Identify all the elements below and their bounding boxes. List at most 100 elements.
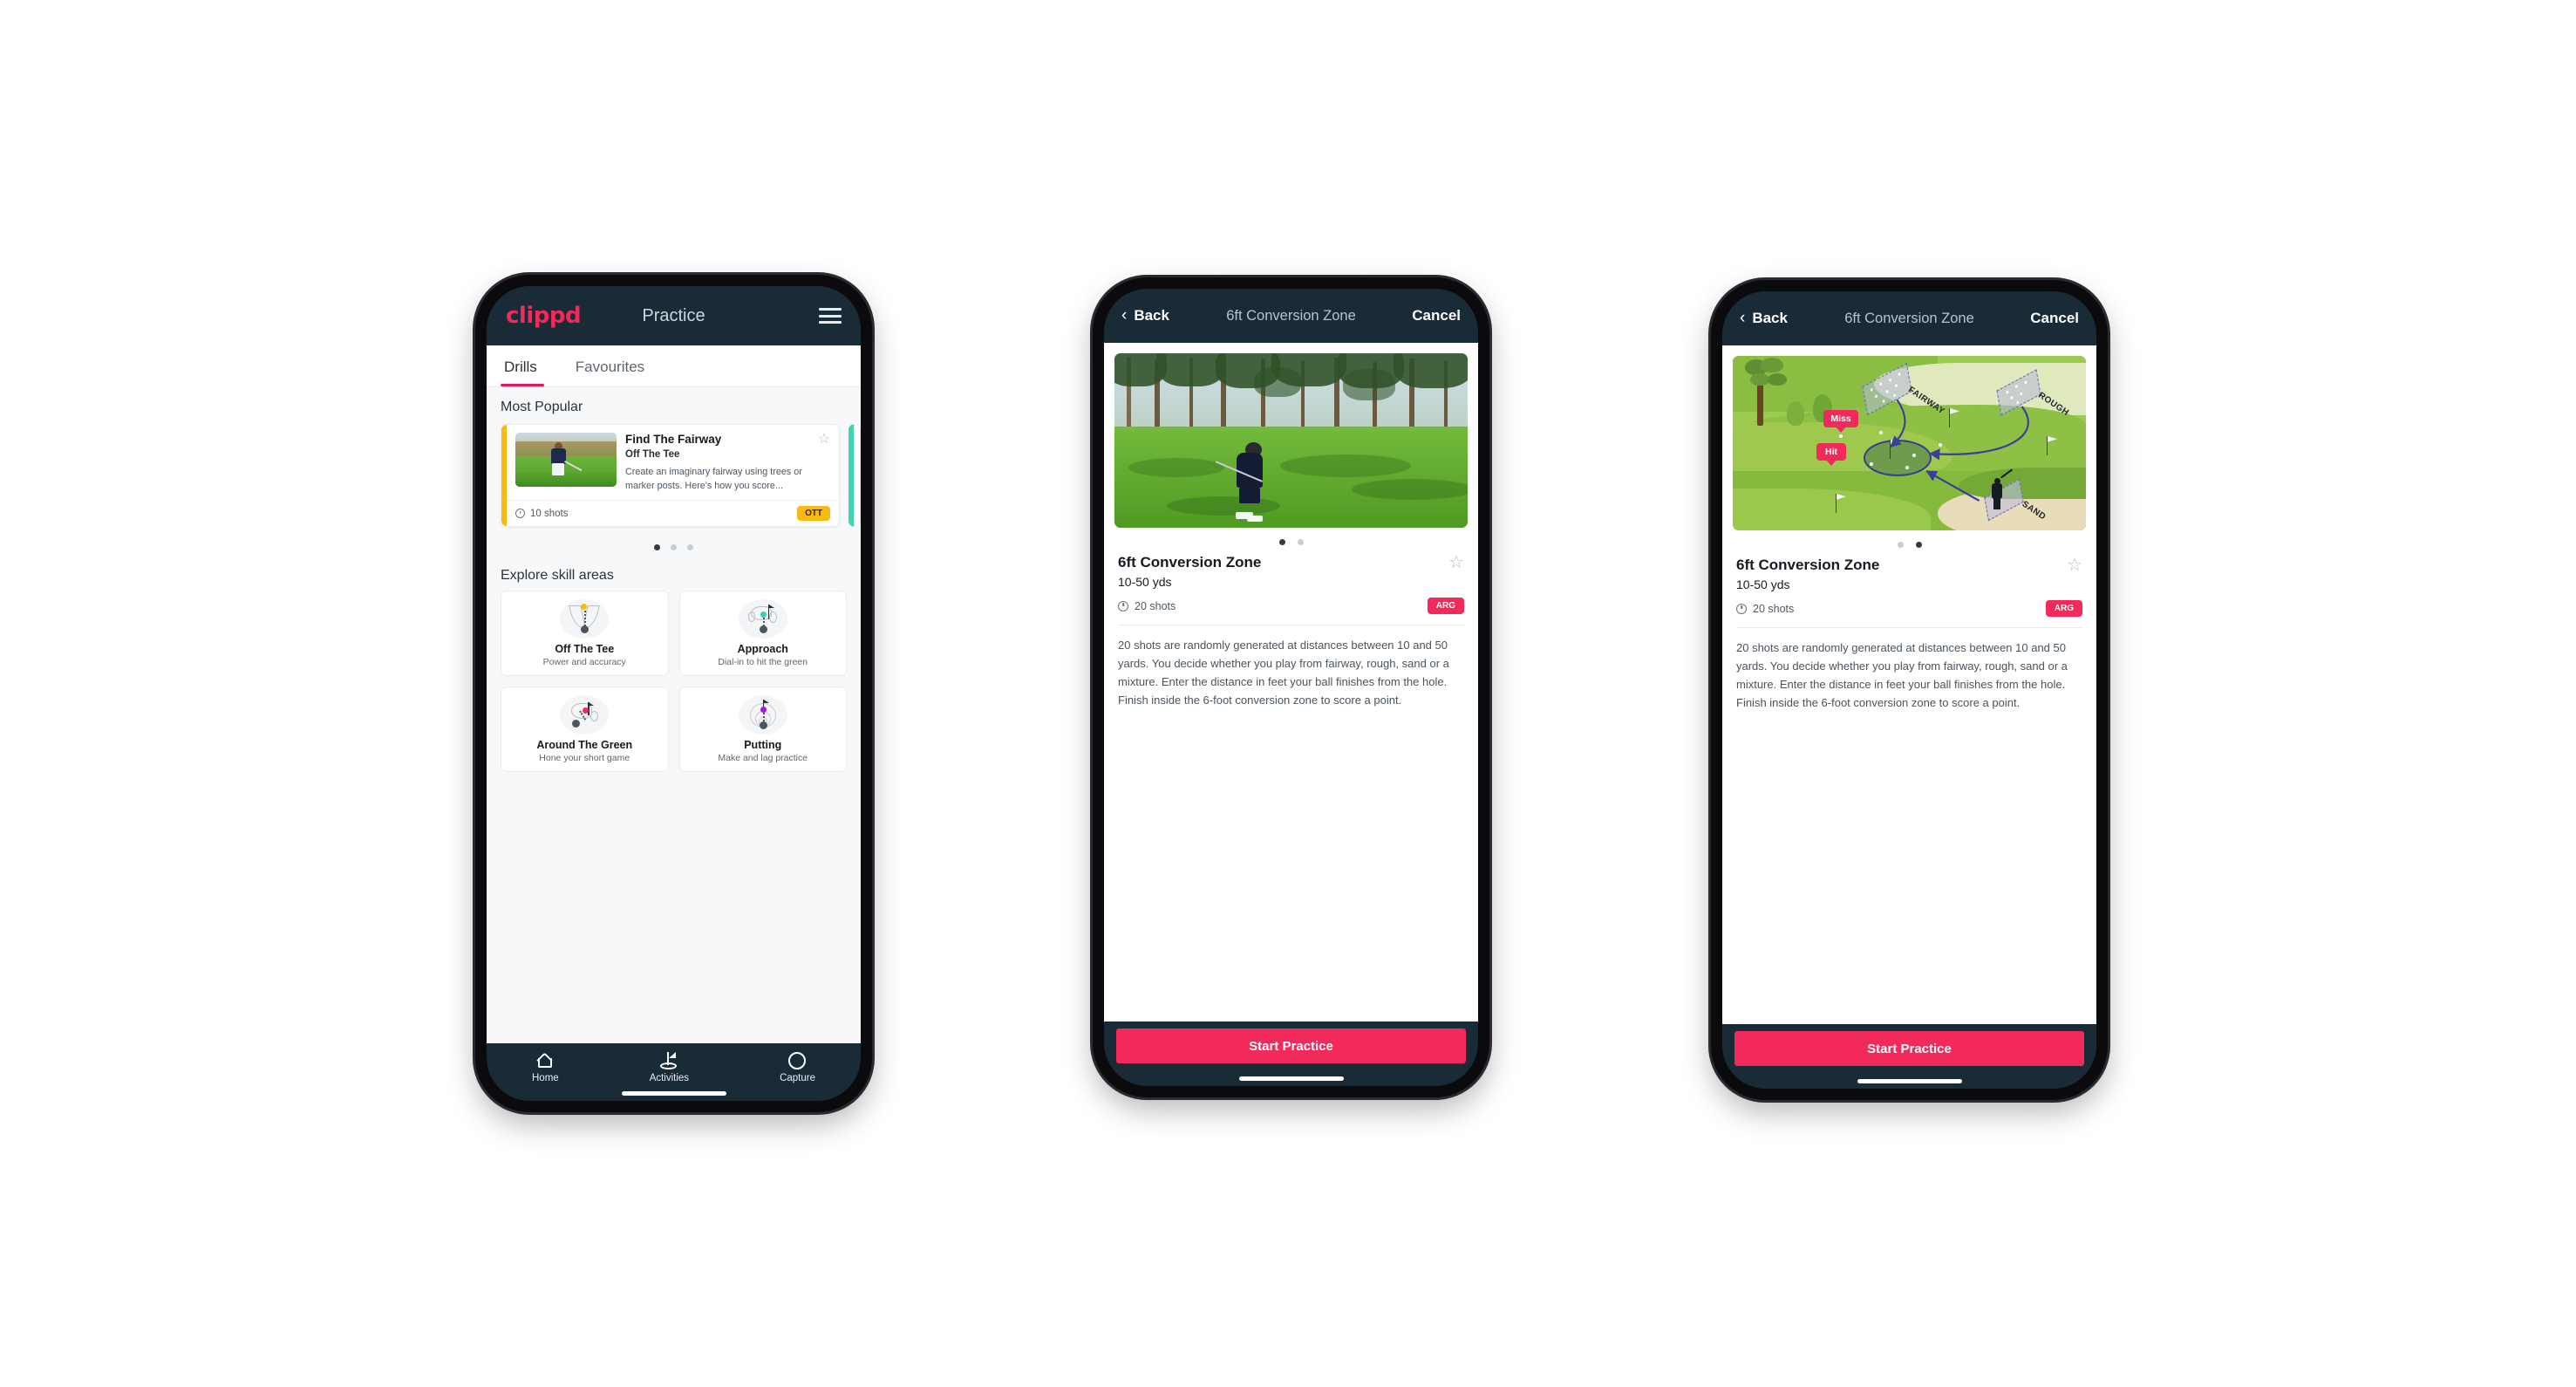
bottom-navigation: Home Activities Capture: [487, 1043, 861, 1101]
detail-header-block: 6ft Conversion Zone ☆ 10-50 yds 20 shots…: [1104, 545, 1478, 709]
chip-green-icon: [560, 695, 610, 734]
skill-desc: Power and accuracy: [542, 657, 626, 667]
nav-item-capture[interactable]: Capture: [780, 1052, 815, 1083]
tab-favourites[interactable]: Favourites: [569, 359, 651, 386]
carousel-dot-1[interactable]: [1897, 542, 1904, 548]
screenshot-canvas: clippd Practice Drills Favourites Most P…: [0, 0, 2576, 1387]
plus-circle-icon: [788, 1052, 807, 1069]
detail-shots-label: 20 shots: [1135, 599, 1176, 612]
drill-shots-label: 10 shots: [530, 508, 569, 519]
star-outline-icon[interactable]: ☆: [818, 433, 830, 447]
skill-card-around-the-green[interactable]: Around The Green Hone your short game: [501, 687, 669, 772]
golf-flag-icon: [658, 1052, 679, 1069]
hero-carousel-dots[interactable]: [1104, 539, 1478, 545]
detail-nav-title: 6ft Conversion Zone: [1226, 307, 1356, 324]
detail-description: 20 shots are randomly generated at dista…: [1118, 639, 1449, 707]
detail-title: 6ft Conversion Zone: [1736, 557, 1880, 573]
detail-subtitle: 10-50 yds: [1736, 577, 1790, 591]
putting-rings-icon: [738, 695, 787, 734]
detail-divider: [1736, 627, 2082, 628]
phone-2-drill-detail-photo: ‹ Back 6ft Conversion Zone Cancel 6ft Co…: [1093, 277, 1489, 1097]
clock-icon: [1118, 600, 1128, 612]
home-indicator: [1857, 1079, 1962, 1083]
tab-drills-label: Drills: [504, 359, 537, 375]
phone-notch: [1219, 277, 1363, 285]
tab-bar: Drills Favourites: [487, 345, 861, 387]
approach-green-icon: [738, 599, 787, 639]
hit-tag: Hit: [1816, 443, 1846, 461]
carousel-dot-1[interactable]: [654, 544, 660, 550]
hamburger-icon[interactable]: [819, 308, 842, 324]
skill-name: Off The Tee: [555, 643, 615, 655]
detail-shots: 20 shots: [1118, 600, 1176, 612]
detail-title: 6ft Conversion Zone: [1118, 554, 1262, 571]
carousel-dot-2[interactable]: [1915, 542, 1922, 548]
skill-card-putting[interactable]: Putting Make and lag practice: [678, 687, 847, 772]
skill-name: Putting: [744, 739, 782, 751]
detail-navbar: ‹ Back 6ft Conversion Zone Cancel: [1722, 291, 2096, 345]
nav-item-activities[interactable]: Activities: [650, 1052, 689, 1083]
back-button[interactable]: ‹ Back: [1121, 306, 1169, 325]
clippd-logo[interactable]: clippd: [506, 303, 582, 329]
start-practice-button[interactable]: Start Practice: [1734, 1031, 2084, 1066]
practice-content: Most Popular Find The Fairway Off The Te…: [487, 387, 861, 1043]
skill-name: Approach: [737, 643, 788, 655]
detail-category-chip: ARG: [2045, 600, 2082, 617]
home-icon: [535, 1052, 555, 1069]
detail-nav-title: 6ft Conversion Zone: [1844, 310, 1974, 326]
phone-3-screen: ‹ Back 6ft Conversion Zone Cancel FAIRWA…: [1722, 291, 2096, 1089]
phone-1-practice-list: clippd Practice Drills Favourites Most P…: [475, 275, 872, 1112]
cancel-button[interactable]: Cancel: [2030, 310, 2079, 327]
drill-card-find-the-fairway[interactable]: Find The Fairway Off The Tee ☆ Create an…: [501, 424, 841, 527]
drill-title: Find The Fairway: [625, 433, 722, 446]
drill-card-body: Find The Fairway Off The Tee ☆ Create an…: [507, 425, 839, 500]
back-label: Back: [1752, 310, 1788, 326]
drill-card-next-peek[interactable]: [848, 424, 861, 527]
clock-icon: [1736, 603, 1747, 614]
drill-shots: 10 shots: [515, 509, 568, 519]
cta-footer: Start Practice: [1104, 1021, 1478, 1086]
carousel-dot-1[interactable]: [1278, 539, 1285, 545]
cancel-button[interactable]: Cancel: [1412, 307, 1461, 325]
drill-hero-photo[interactable]: [1114, 353, 1468, 528]
detail-subtitle: 10-50 yds: [1118, 575, 1172, 589]
chevron-left-icon: ‹: [1121, 306, 1128, 325]
start-practice-button[interactable]: Start Practice: [1116, 1028, 1466, 1063]
home-indicator: [1238, 1076, 1344, 1081]
putting-target-dot: [760, 707, 767, 713]
clock-icon: [515, 509, 525, 518]
detail-shots: 20 shots: [1736, 603, 1794, 615]
app-header: clippd Practice: [487, 286, 861, 345]
drill-category-chip: OTT: [797, 506, 831, 521]
phone-1-screen: clippd Practice Drills Favourites Most P…: [487, 286, 861, 1101]
phone-2-screen: ‹ Back 6ft Conversion Zone Cancel 6ft Co…: [1104, 289, 1478, 1086]
star-outline-icon[interactable]: ☆: [2067, 557, 2082, 574]
nav-label: Home: [532, 1073, 559, 1083]
golf-course-diagram[interactable]: FAIRWAY ROUGH SAND Miss Hit: [1733, 356, 2086, 530]
section-most-popular: Most Popular: [501, 400, 583, 414]
drill-carousel[interactable]: Find The Fairway Off The Tee ☆ Create an…: [487, 424, 861, 529]
back-button[interactable]: ‹ Back: [1740, 309, 1788, 328]
detail-shots-label: 20 shots: [1753, 602, 1795, 615]
skill-card-approach[interactable]: Approach Dial-in to hit the green: [678, 591, 847, 676]
nav-label: Capture: [780, 1073, 815, 1083]
page-title: Practice: [642, 305, 705, 325]
drill-text-block: Find The Fairway Off The Tee ☆ Create an…: [617, 433, 830, 495]
skill-desc: Make and lag practice: [718, 753, 808, 763]
hero-carousel-dots[interactable]: [1722, 542, 2096, 548]
detail-content: 6ft Conversion Zone ☆ 10-50 yds 20 shots…: [1104, 343, 1478, 1021]
carousel-dot-2[interactable]: [1297, 539, 1304, 545]
carousel-dot-2[interactable]: [671, 544, 677, 550]
carousel-dots[interactable]: [487, 544, 861, 550]
drill-subtitle: Off The Tee: [625, 448, 680, 460]
phone-3-drill-detail-diagram: ‹ Back 6ft Conversion Zone Cancel FAIRWA…: [1711, 280, 2108, 1100]
home-indicator: [621, 1091, 726, 1096]
phone-notch: [602, 275, 746, 283]
carousel-dot-3[interactable]: [687, 544, 693, 550]
miss-tag: Miss: [1823, 410, 1858, 427]
star-outline-icon[interactable]: ☆: [1448, 554, 1464, 571]
nav-item-home[interactable]: Home: [532, 1052, 559, 1083]
course-illustration: FAIRWAY ROUGH SAND Miss Hit: [1733, 356, 2086, 530]
tab-drills[interactable]: Drills: [501, 359, 544, 386]
skill-card-off-the-tee[interactable]: Off The Tee Power and accuracy: [501, 591, 669, 676]
